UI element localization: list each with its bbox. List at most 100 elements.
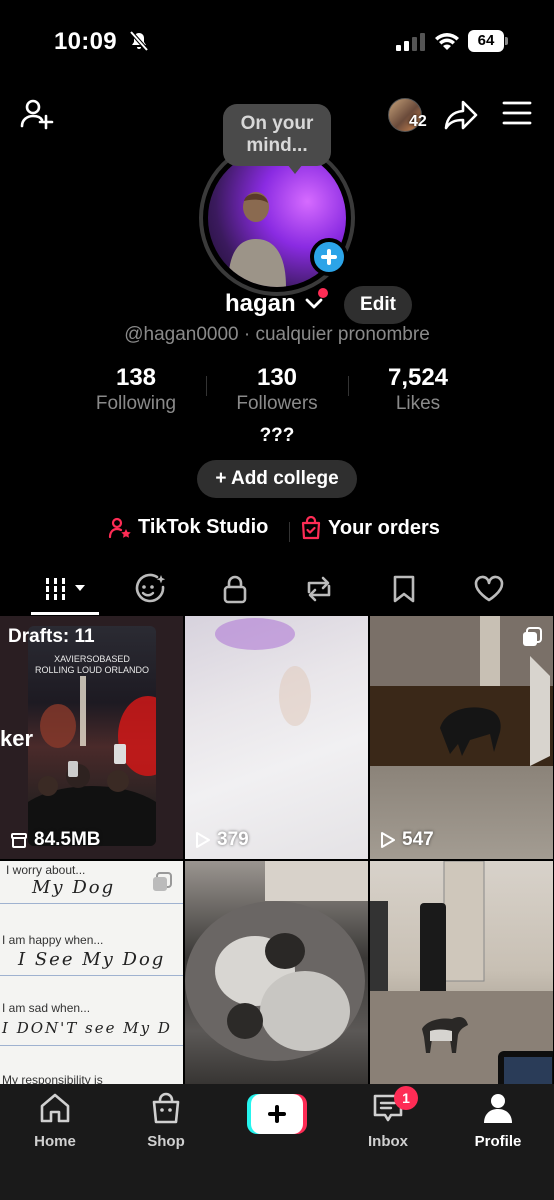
bookmark-icon xyxy=(393,575,415,603)
tab-videos[interactable] xyxy=(40,572,92,606)
note-line-text: I am happy when... xyxy=(2,933,104,947)
black-cat-image xyxy=(370,616,553,766)
bio[interactable]: ??? xyxy=(0,425,554,447)
video-grid: XAVIERSOBASED ROLLING LOUD ORLANDO Draft… xyxy=(0,616,554,1086)
nav-home[interactable]: Home xyxy=(10,1092,100,1150)
draft-side-text: ker xyxy=(0,726,34,751)
add-college-button[interactable]: + Add college xyxy=(197,460,357,498)
lock-icon xyxy=(223,575,247,604)
photo-tile[interactable] xyxy=(370,861,553,1086)
stat-followers[interactable]: 130 Followers xyxy=(207,364,347,415)
following-label: Following xyxy=(95,393,177,414)
view-count: 379 xyxy=(195,829,249,851)
draft-thumbnail: XAVIERSOBASED ROLLING LOUD ORLANDO xyxy=(28,626,156,846)
photo-tile-notes[interactable]: I worry about... My Dog I am happy when.… xyxy=(0,861,183,1086)
dog-room-image xyxy=(370,861,553,1086)
signal-icon xyxy=(396,33,425,51)
view-count-value: 379 xyxy=(217,829,249,850)
shop-bag-icon xyxy=(152,1092,180,1124)
likes-label: Likes xyxy=(395,393,441,414)
your-orders-link[interactable]: Your orders xyxy=(300,516,440,540)
thought-bubble-text: On your mind... xyxy=(240,113,314,156)
active-tab-indicator xyxy=(31,612,99,615)
handwriting: I See My Dog xyxy=(18,949,166,970)
multi-image-icon xyxy=(523,627,542,646)
create-button[interactable] xyxy=(247,1094,307,1134)
orders-label: Your orders xyxy=(328,516,440,539)
wifi-icon xyxy=(435,33,459,50)
nav-home-label: Home xyxy=(34,1133,76,1150)
status-bar: 10:09 64 xyxy=(0,0,554,84)
shortcut-divider xyxy=(289,522,290,542)
nav-inbox[interactable]: Inbox xyxy=(343,1092,433,1150)
concert-crowd-image xyxy=(28,676,156,846)
inbox-badge: 1 xyxy=(394,1086,418,1110)
smile-sparkle-icon xyxy=(135,573,166,603)
clock: 10:09 xyxy=(54,28,117,55)
videos-grid-icon xyxy=(46,578,85,600)
play-icon xyxy=(381,832,395,848)
bottom-nav: Home Shop Inbox 1 Profile xyxy=(0,1084,554,1200)
followers-label: Followers xyxy=(236,393,318,414)
view-count: 547 xyxy=(380,829,434,851)
dog-closeup-image xyxy=(185,861,368,1061)
draft-size-value: 84.5MB xyxy=(34,829,101,850)
note-line-text: I am sad when... xyxy=(2,1001,91,1015)
likes-count: 7,524 xyxy=(387,364,449,391)
share-icon[interactable] xyxy=(443,98,479,132)
username[interactable]: hagan xyxy=(225,290,296,318)
edit-profile-button[interactable]: Edit xyxy=(344,286,412,324)
orders-icon xyxy=(301,516,321,540)
photo-tile[interactable] xyxy=(185,861,368,1086)
profile-icon xyxy=(484,1094,512,1123)
tiktok-studio-link[interactable]: TikTok Studio xyxy=(108,516,268,539)
stat-likes[interactable]: 7,524 Likes xyxy=(348,364,488,415)
nav-profile[interactable]: Profile xyxy=(453,1092,543,1150)
followers-count: 130 xyxy=(256,364,298,391)
tab-reposts[interactable] xyxy=(299,572,339,606)
nav-profile-label: Profile xyxy=(474,1133,522,1150)
home-icon xyxy=(40,1093,70,1123)
handwriting: My Dog xyxy=(32,877,116,898)
nav-shop[interactable]: Shop xyxy=(121,1092,211,1150)
studio-label: TikTok Studio xyxy=(138,516,269,538)
draft-size: 84.5MB xyxy=(10,829,101,851)
blurry-light-image xyxy=(215,618,311,726)
tab-reposts-ai[interactable] xyxy=(130,572,170,606)
thought-bubble[interactable]: On your mind... xyxy=(223,104,331,174)
drafts-tile[interactable]: XAVIERSOBASED ROLLING LOUD ORLANDO Draft… xyxy=(0,616,183,859)
nav-shop-label: Shop xyxy=(147,1133,185,1150)
add-friend-icon[interactable] xyxy=(18,96,54,132)
battery-icon: 64 xyxy=(468,30,508,52)
handwriting: I DON'T see My D xyxy=(2,1019,172,1037)
tab-liked[interactable] xyxy=(469,572,509,606)
play-icon xyxy=(196,832,210,848)
notification-dot xyxy=(318,288,328,298)
battery-level: 64 xyxy=(468,30,504,52)
tab-private[interactable] xyxy=(215,572,255,606)
multi-image-icon xyxy=(153,872,172,891)
chevron-down-icon[interactable] xyxy=(305,296,323,312)
view-count-value: 547 xyxy=(402,829,434,850)
menu-icon[interactable] xyxy=(502,100,532,126)
avatar-person xyxy=(228,192,286,287)
studio-icon xyxy=(108,517,131,538)
content-tabs xyxy=(0,564,554,616)
drafts-count: Drafts: 11 xyxy=(8,626,95,647)
storage-icon xyxy=(11,833,27,848)
nav-inbox-label: Inbox xyxy=(368,1133,408,1150)
bell-off-icon xyxy=(129,30,149,52)
heart-icon xyxy=(474,575,504,602)
note-line-text: I worry about... xyxy=(6,863,86,877)
video-tile[interactable]: 547 xyxy=(370,616,553,859)
handle-pronouns: @hagan0000 · cualquier pronombre xyxy=(124,324,430,345)
repost-icon xyxy=(307,576,331,602)
video-tile[interactable]: 379 xyxy=(185,616,368,859)
plus-icon xyxy=(251,1094,303,1134)
shortcut-row: TikTok Studio Your orders xyxy=(0,516,554,546)
add-story-button[interactable] xyxy=(310,238,348,276)
friends-count: 42 xyxy=(409,113,427,130)
following-count: 138 xyxy=(115,364,157,391)
stat-following[interactable]: 138 Following xyxy=(66,364,206,415)
tab-favorites[interactable] xyxy=(384,572,424,606)
